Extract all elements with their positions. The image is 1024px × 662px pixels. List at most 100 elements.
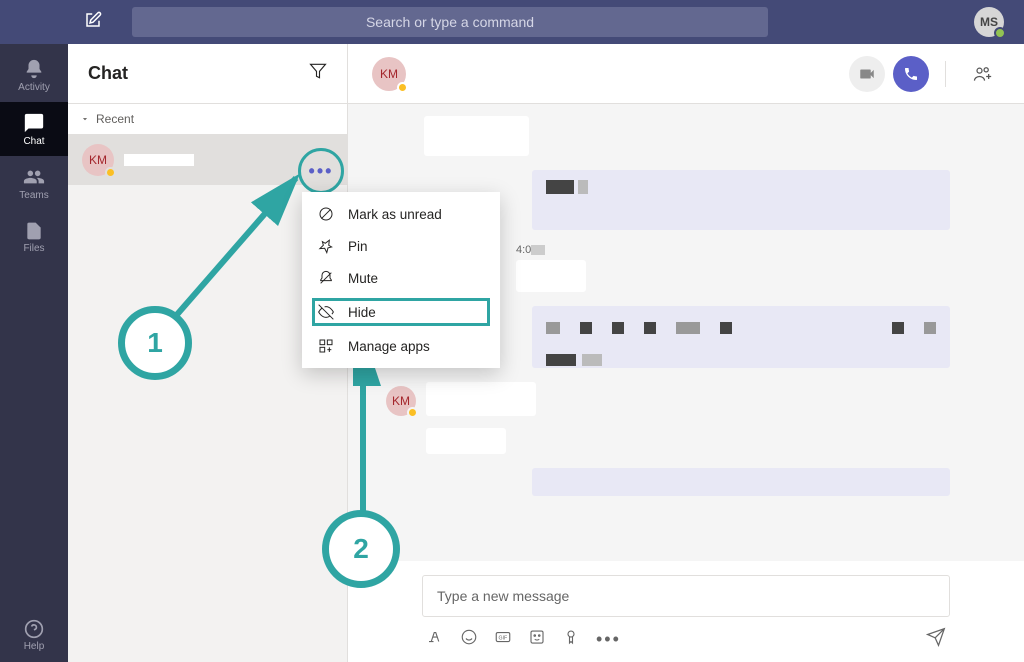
rail-activity[interactable]: Activity <box>0 48 68 102</box>
conversation-header: KM <box>348 44 1024 104</box>
phone-icon <box>903 66 919 82</box>
message-block <box>532 468 1000 496</box>
avatar-initials: KM <box>380 67 398 81</box>
message-block <box>372 116 1000 156</box>
redacted-text <box>720 322 732 334</box>
more-compose-icon[interactable]: ••• <box>596 629 621 650</box>
more-options-button[interactable]: ••• <box>298 148 344 194</box>
mute-icon <box>318 270 334 286</box>
divider <box>945 61 946 87</box>
redacted-text <box>924 322 936 334</box>
avatar-initials: KM <box>392 394 410 408</box>
message-block: KM <box>386 382 1000 454</box>
avatar-initials: KM <box>89 153 107 167</box>
hide-icon <box>318 304 334 320</box>
compose-area: Type a new message GIF ••• <box>348 561 1024 662</box>
message-block: 4:0 <box>516 244 1000 292</box>
compose-toolbar: GIF ••• <box>422 627 950 652</box>
sent-message <box>532 468 950 496</box>
menu-label: Hide <box>348 305 376 320</box>
menu-mark-unread[interactable]: Mark as unread <box>302 198 500 230</box>
redacted-message <box>516 260 586 292</box>
redacted-message <box>426 428 506 454</box>
presence-available-icon <box>994 27 1006 39</box>
redacted-text <box>582 354 602 366</box>
message-timestamp: 4:0 <box>516 244 1000 256</box>
rail-chat[interactable]: Chat <box>0 102 68 156</box>
presence-away-icon <box>105 167 116 178</box>
svg-text:GIF: GIF <box>499 635 508 641</box>
chevron-down-icon <box>80 114 90 124</box>
menu-manage-apps[interactable]: Manage apps <box>302 330 500 362</box>
redacted-message <box>426 382 536 416</box>
video-call-button[interactable] <box>849 56 885 92</box>
callout-number: 1 <box>147 327 163 359</box>
message-block <box>532 306 1000 368</box>
contact-avatar: KM <box>82 144 114 176</box>
annotation-callout-1: 1 <box>118 306 192 380</box>
sent-message <box>532 306 950 368</box>
avatar-initials: MS <box>980 15 998 29</box>
sent-message <box>532 170 950 230</box>
redacted-text <box>644 322 656 334</box>
rail-help[interactable]: Help <box>0 608 68 662</box>
presence-away-icon <box>407 407 418 418</box>
recent-label: Recent <box>96 112 134 126</box>
message-placeholder: Type a new message <box>437 588 569 604</box>
menu-label: Mute <box>348 271 378 286</box>
menu-label: Manage apps <box>348 339 430 354</box>
search-placeholder: Search or type a command <box>366 14 534 30</box>
recent-header[interactable]: Recent <box>68 104 347 135</box>
gif-icon[interactable]: GIF <box>494 628 512 651</box>
emoji-icon[interactable] <box>460 628 478 651</box>
message-content <box>426 382 536 454</box>
message-input[interactable]: Type a new message <box>422 575 950 617</box>
pin-icon <box>318 238 334 254</box>
rail-label: Chat <box>23 136 44 147</box>
chat-list-header: Chat <box>68 44 347 104</box>
rail-files[interactable]: Files <box>0 210 68 264</box>
redacted-text <box>892 322 904 334</box>
audio-call-button[interactable] <box>893 56 929 92</box>
redacted-message <box>424 116 529 156</box>
sticker-icon[interactable] <box>528 628 546 651</box>
menu-label: Pin <box>348 239 368 254</box>
redacted-text <box>546 322 560 334</box>
format-icon[interactable] <box>426 628 444 651</box>
message-avatar: KM <box>386 386 416 416</box>
praise-icon[interactable] <box>562 628 580 651</box>
menu-hide[interactable]: Hide <box>310 296 492 328</box>
mark-unread-icon <box>318 206 334 222</box>
context-menu: Mark as unread Pin Mute Hide Manage apps <box>302 192 500 368</box>
rail-teams[interactable]: Teams <box>0 156 68 210</box>
callout-number: 2 <box>353 533 369 565</box>
presence-away-icon <box>397 82 408 93</box>
more-dots-icon: ••• <box>309 161 334 182</box>
redacted-text <box>578 180 588 194</box>
rail-label: Files <box>23 243 44 254</box>
add-people-button[interactable] <box>964 56 1000 92</box>
annotation-arrow-1 <box>170 170 320 330</box>
menu-mute[interactable]: Mute <box>302 262 500 294</box>
rail-label: Help <box>24 641 45 652</box>
menu-label: Mark as unread <box>348 207 442 222</box>
menu-pin[interactable]: Pin <box>302 230 500 262</box>
redacted-text <box>580 322 592 334</box>
compose-icon[interactable] <box>84 11 102 34</box>
send-button[interactable] <box>926 627 946 652</box>
search-input[interactable]: Search or type a command <box>132 7 768 37</box>
redacted-text <box>546 354 576 366</box>
chat-title: Chat <box>88 63 309 84</box>
conversation-avatar[interactable]: KM <box>372 57 406 91</box>
filter-icon[interactable] <box>309 62 327 85</box>
apps-icon <box>318 338 334 354</box>
current-user-avatar[interactable]: MS <box>974 7 1004 37</box>
app-rail: Activity Chat Teams Files Help <box>0 44 68 662</box>
video-icon <box>858 65 876 83</box>
message-block <box>532 170 1000 230</box>
top-bar: Search or type a command MS <box>0 0 1024 44</box>
redacted-name <box>124 154 194 166</box>
annotation-callout-2: 2 <box>322 510 400 588</box>
redacted-text <box>676 322 700 334</box>
redacted-text <box>612 322 624 334</box>
